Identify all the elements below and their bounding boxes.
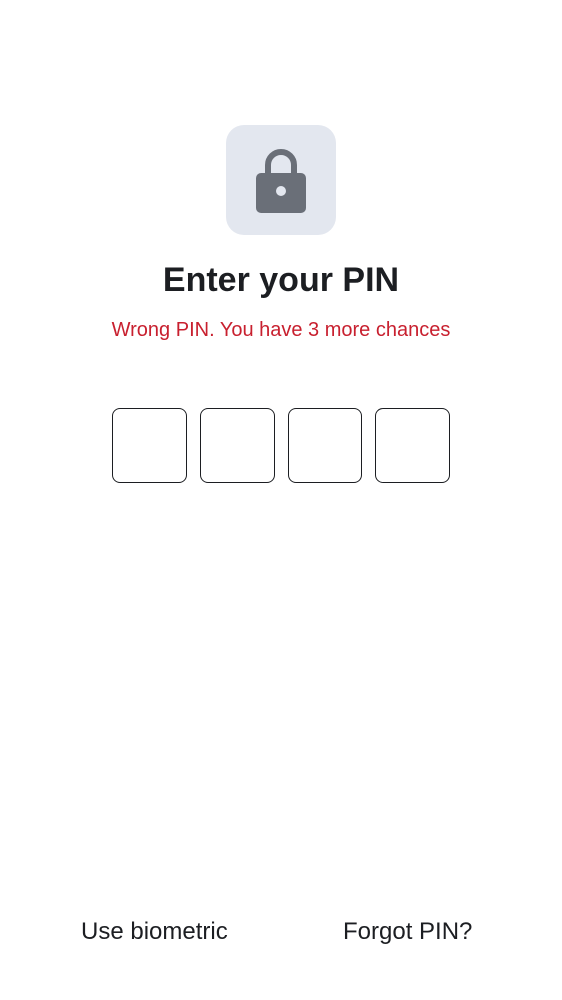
pin-digit-3[interactable] (287, 408, 363, 483)
error-message: Wrong PIN. You have 3 more chances (111, 319, 451, 341)
forgot-pin-button[interactable]: Forgot PIN? (343, 912, 472, 952)
lock-tile (226, 125, 336, 235)
page-title: Enter your PIN (162, 261, 400, 299)
use-biometric-button[interactable]: Use biometric (81, 912, 228, 952)
lock-icon (256, 149, 306, 213)
pin-digit-4[interactable] (375, 408, 450, 483)
pin-digit-2[interactable] (199, 408, 275, 483)
pin-digit-1[interactable] (112, 408, 187, 483)
pin-input-group (112, 408, 450, 483)
